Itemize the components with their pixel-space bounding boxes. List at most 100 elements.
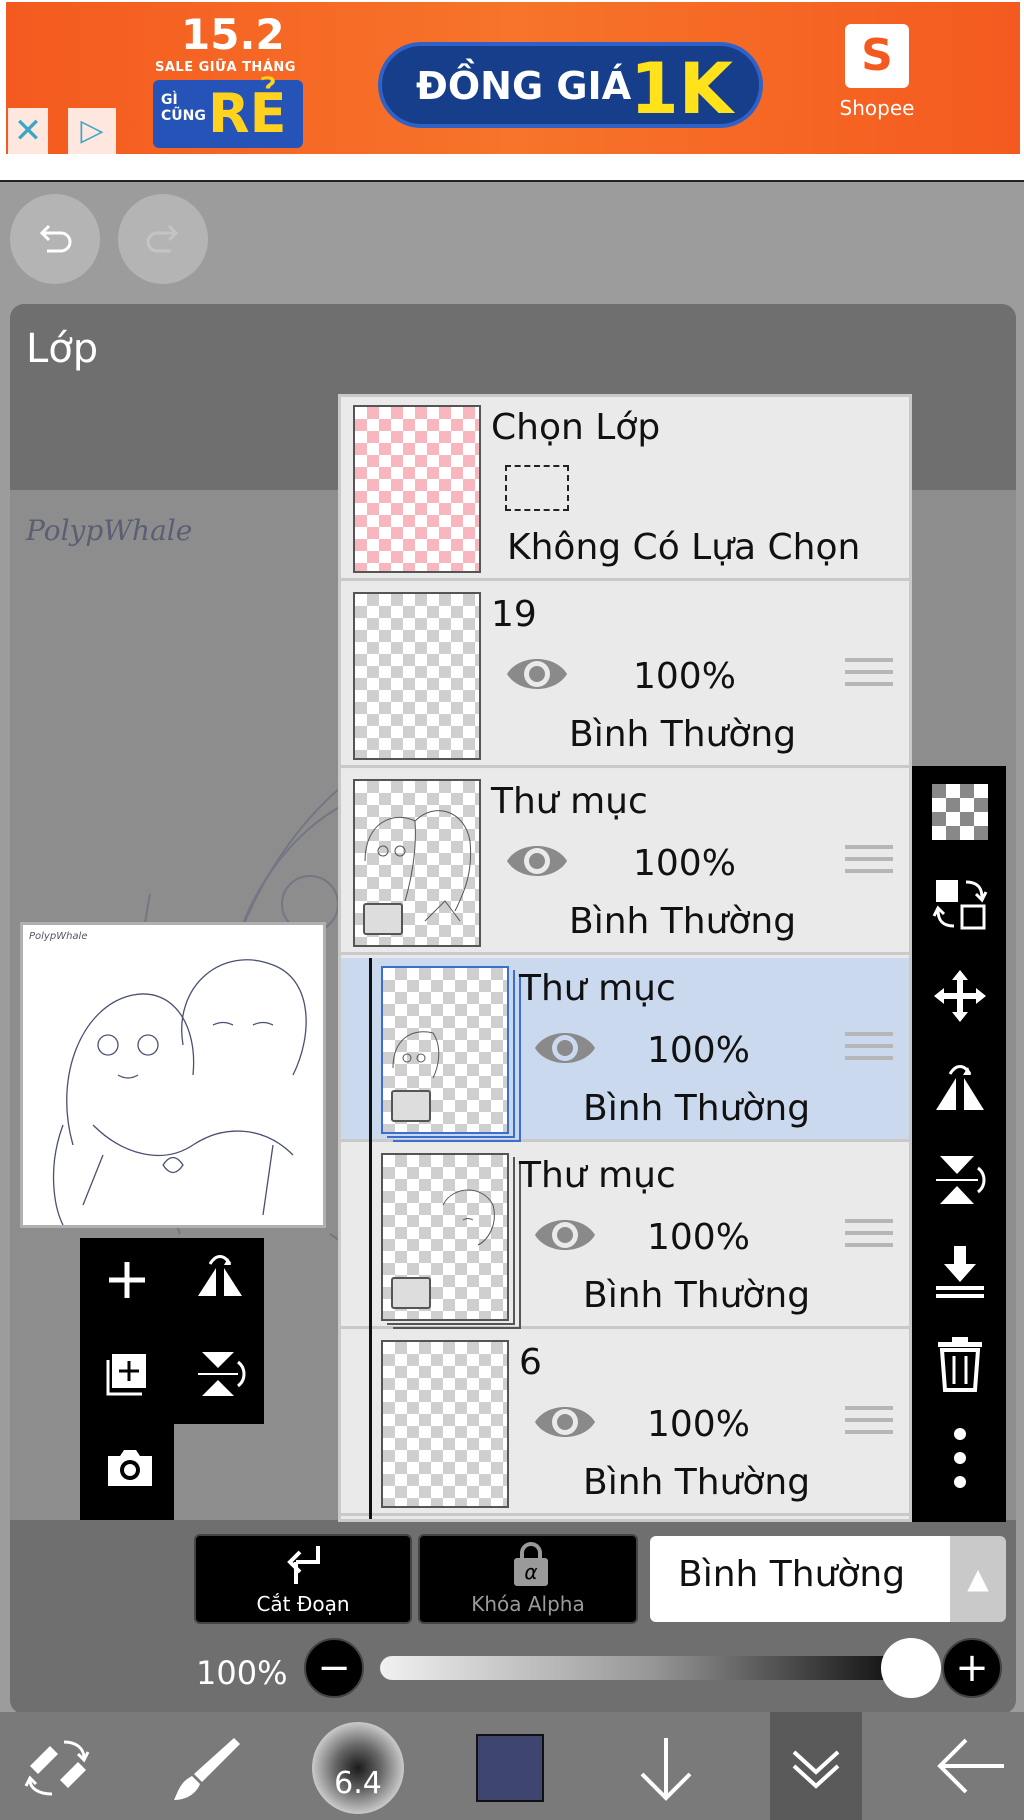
canvas-thumbnail[interactable]: PolypWhale: [20, 922, 326, 1228]
flip-horizontal-button[interactable]: [190, 1250, 250, 1310]
layer-blend-mode: Bình Thường: [583, 1462, 811, 1503]
clipping-button[interactable]: Cắt Đoạn: [194, 1534, 412, 1624]
folder-row[interactable]: Thư mục 100% Bình Thường: [341, 771, 909, 955]
arrow-down-button[interactable]: [626, 1712, 706, 1820]
layer-list[interactable]: Chọn Lớp Không Có Lựa Chọn 19 100% Bình …: [338, 394, 912, 1522]
opacity-decrease-button[interactable]: −: [304, 1638, 364, 1698]
visibility-eye-icon[interactable]: [533, 1211, 597, 1259]
drag-handle-icon[interactable]: [845, 845, 893, 885]
canvas-watermark: PolypWhale: [26, 514, 193, 547]
redo-icon: [146, 224, 179, 253]
folder-name: Thư mục: [519, 968, 676, 1009]
camera-icon: [108, 1450, 152, 1486]
folder-opacity: 100%: [633, 843, 736, 884]
folder-thumbnail: [381, 1153, 509, 1321]
drag-handle-icon[interactable]: [845, 1032, 893, 1072]
plus-icon: [109, 1262, 145, 1298]
drag-handle-icon[interactable]: [845, 1219, 893, 1259]
layer-opacity: 100%: [633, 656, 736, 697]
delete-layer-button[interactable]: [912, 1318, 1006, 1408]
back-button[interactable]: [930, 1712, 1010, 1820]
flip-vertical-side-button[interactable]: [912, 1134, 1006, 1224]
duplicate-layer-button[interactable]: [98, 1344, 158, 1404]
drag-handle-icon[interactable]: [845, 658, 893, 698]
ad-price-pill: ĐỒNG GIÁ 1K: [378, 42, 763, 130]
blend-mode-select[interactable]: Bình Thường: [650, 1536, 950, 1622]
folder-thumbnail: [353, 779, 481, 947]
ad-content[interactable]: 15.2 SALE GIỮA THÁNG GÌ CŨNG RẺ ĐỒNG GIÁ…: [6, 2, 1020, 154]
drag-handle-icon[interactable]: [845, 1406, 893, 1446]
tree-line: [369, 958, 372, 1145]
selection-layer-row[interactable]: Chọn Lớp Không Có Lựa Chọn: [341, 397, 909, 581]
selection-layer-thumbnail: [353, 405, 481, 573]
folder-row[interactable]: Thư mục 100% Bình Thường: [341, 1145, 909, 1332]
clip-arrow-icon: [287, 1546, 320, 1584]
layer-blend-mode: Bình Thường: [569, 714, 797, 755]
layer-panel: Lớp PolypWhale PolypWhale Chọn Lớp Không…: [10, 304, 1016, 1714]
folder-row-selected[interactable]: Thư mục 100% Bình Thường: [341, 958, 909, 1145]
move-icon: [934, 970, 986, 1022]
color-swatch[interactable]: [476, 1734, 544, 1802]
bottom-toolbar: 6.4: [0, 1712, 1024, 1820]
more-options-button[interactable]: [912, 1410, 1006, 1500]
tool-switch-button[interactable]: [18, 1712, 98, 1820]
visibility-eye-icon[interactable]: [505, 650, 569, 698]
folder-name: Thư mục: [519, 1155, 676, 1196]
opacity-value: 100%: [196, 1654, 288, 1692]
ad-close-icon[interactable]: ✕: [8, 108, 48, 154]
visibility-eye-icon[interactable]: [505, 837, 569, 885]
flip-vertical-icon: [198, 1352, 246, 1396]
visibility-eye-icon[interactable]: [533, 1398, 597, 1446]
undo-button[interactable]: [10, 194, 100, 284]
layer-thumbnail: [381, 1340, 509, 1508]
ad-shop-label: Shopee: [839, 96, 915, 120]
swap-layer-icon: [932, 880, 988, 930]
transparency-button[interactable]: [912, 766, 1006, 856]
ad-re-text: RẺ: [208, 82, 287, 145]
selection-layer-status: Không Có Lựa Chọn: [507, 527, 861, 568]
shopping-bag-icon: S: [845, 24, 909, 88]
folder-icon: [363, 903, 403, 935]
flip-vertical-button[interactable]: [190, 1344, 250, 1404]
opacity-slider-track[interactable]: [380, 1656, 926, 1680]
flip-horizontal-icon: [936, 1065, 984, 1110]
add-layer-button[interactable]: [100, 1250, 154, 1310]
ad-info-icon[interactable]: ▷: [68, 108, 116, 154]
layer-side-toolbar: [912, 766, 1006, 1522]
opacity-slider-thumb[interactable]: [881, 1638, 941, 1698]
move-layer-button[interactable]: [912, 950, 1006, 1040]
ad-banner[interactable]: 15.2 SALE GIỮA THÁNG GÌ CŨNG RẺ ĐỒNG GIÁ…: [0, 0, 1024, 182]
folder-blend-mode: Bình Thường: [583, 1275, 811, 1316]
swap-layer-button[interactable]: [912, 858, 1006, 948]
alpha-lock-button[interactable]: α Khóa Alpha: [418, 1534, 638, 1624]
merge-down-icon: [936, 1246, 984, 1298]
thumbnail-watermark: PolypWhale: [29, 931, 88, 942]
brush-size-value: 6.4: [334, 1766, 382, 1801]
merge-down-button[interactable]: [912, 1226, 1006, 1316]
blend-mode-dropdown-arrow[interactable]: ▲: [950, 1536, 1006, 1622]
ad-shopee-logo: S Shopee: [832, 24, 922, 134]
folder-opacity: 100%: [647, 1030, 750, 1071]
camera-button[interactable]: [100, 1438, 160, 1498]
flip-horizontal-side-button[interactable]: [912, 1042, 1006, 1132]
selection-marquee-icon: [505, 465, 569, 511]
panel-title: Lớp: [26, 326, 99, 372]
tree-line: [369, 1145, 372, 1332]
folder-thumbnail: [381, 966, 509, 1134]
add-copy-icon: [106, 1354, 146, 1396]
redo-button[interactable]: [118, 194, 208, 284]
layer-row[interactable]: 19 100% Bình Thường: [341, 584, 909, 768]
flip-vertical-icon: [936, 1156, 986, 1204]
layer-name: 19: [491, 594, 537, 635]
visibility-eye-icon[interactable]: [533, 1024, 597, 1072]
opacity-increase-button[interactable]: +: [942, 1638, 1002, 1698]
layer-row[interactable]: 6 100% Bình Thường: [341, 1332, 909, 1519]
brush-icon: [174, 1738, 240, 1800]
layers-tab-button[interactable]: [770, 1712, 862, 1820]
ad-pill-price: 1K: [630, 48, 733, 130]
folder-icon: [391, 1277, 431, 1309]
chevron-double-down-icon: [792, 1750, 840, 1789]
folder-opacity: 100%: [647, 1217, 750, 1258]
brush-tool-button[interactable]: [166, 1712, 246, 1820]
brush-size-indicator[interactable]: 6.4: [312, 1722, 404, 1814]
